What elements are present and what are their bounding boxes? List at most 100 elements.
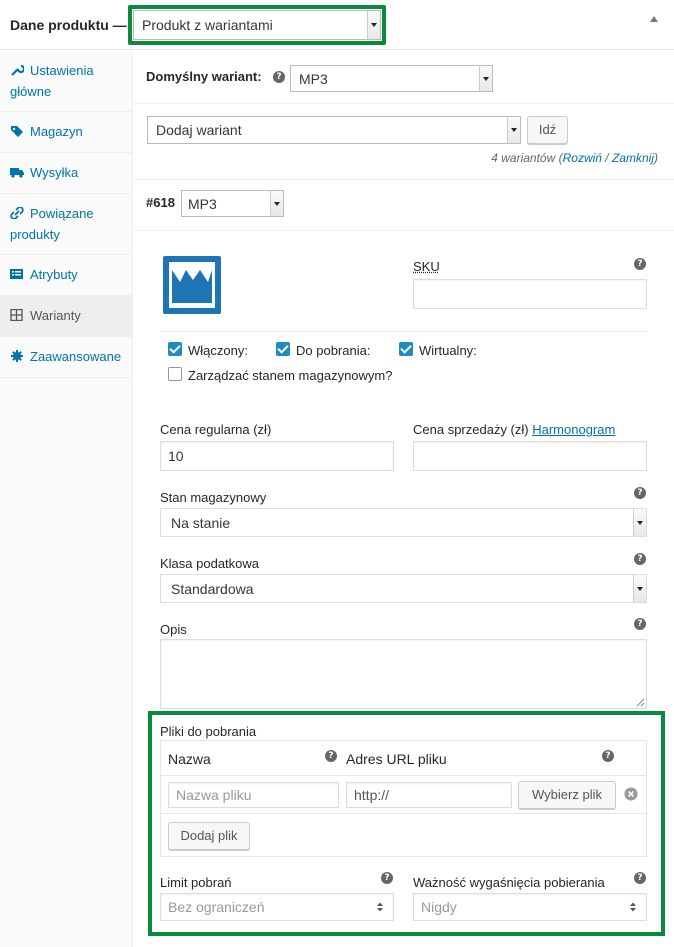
remove-file-icon[interactable] bbox=[624, 787, 638, 801]
sidebar-item-attributes[interactable]: Atrybuty bbox=[0, 255, 133, 296]
stock-status-value: Na stanie bbox=[171, 514, 231, 531]
divider bbox=[134, 230, 674, 231]
files-col-url-header: Adres URL pliku bbox=[346, 751, 447, 767]
divider bbox=[161, 775, 646, 776]
stock-status-select[interactable]: Na stanie bbox=[160, 508, 647, 537]
download-expiry-input[interactable]: Nigdy bbox=[413, 893, 647, 921]
help-icon[interactable]: ? bbox=[634, 872, 646, 884]
files-col-name-header: Nazwa bbox=[168, 751, 211, 767]
go-button[interactable]: Idź bbox=[527, 116, 568, 144]
close-paren: ) bbox=[654, 151, 658, 165]
sku-input[interactable] bbox=[413, 279, 647, 309]
sidebar-item-label: Magazyn bbox=[30, 124, 83, 139]
downloadable-checkbox[interactable] bbox=[276, 342, 290, 356]
help-icon[interactable]: ? bbox=[602, 750, 614, 762]
description-label: Opis bbox=[160, 622, 187, 637]
enabled-label: Włączony: bbox=[188, 343, 248, 358]
virtual-label: Wirtualny: bbox=[419, 343, 477, 358]
help-icon[interactable]: ? bbox=[634, 487, 646, 499]
default-variant-label: Domyślny wariant: bbox=[146, 69, 262, 84]
truck-icon bbox=[10, 168, 24, 178]
sidebar-item-label: Atrybuty bbox=[30, 267, 78, 282]
sidebar-item-variations[interactable]: Warianty bbox=[0, 296, 133, 337]
schedule-link[interactable]: Harmonogram bbox=[532, 422, 615, 437]
sale-price-input[interactable] bbox=[413, 441, 647, 471]
divider bbox=[134, 179, 674, 180]
help-icon[interactable]: ? bbox=[381, 872, 393, 884]
divider bbox=[161, 813, 646, 814]
chevron-down-icon bbox=[270, 191, 283, 216]
add-variant-select[interactable]: Dodaj wariant bbox=[147, 116, 521, 144]
link-separator: / bbox=[601, 151, 612, 165]
file-name-input[interactable]: Nazwa pliku bbox=[168, 782, 339, 808]
sale-price-label-text: Cena sprzedaży (zł) bbox=[413, 422, 529, 437]
downloadable-files-label: Pliki do pobrania bbox=[160, 724, 257, 739]
sidebar-item-label: Warianty bbox=[30, 308, 81, 323]
sidebar-item-label: Wysyłka bbox=[30, 165, 79, 180]
gear-icon bbox=[11, 350, 23, 362]
file-url-input[interactable]: http:// bbox=[346, 782, 512, 808]
help-icon[interactable]: ? bbox=[325, 750, 337, 762]
highlight-frame-product-type: Produkt z wariantami bbox=[128, 5, 386, 45]
tag-icon bbox=[11, 126, 23, 137]
divider bbox=[134, 103, 674, 104]
manage-stock-checkbox[interactable] bbox=[168, 367, 182, 381]
variation-attribute-value: MP3 bbox=[188, 195, 217, 212]
list-icon bbox=[10, 269, 23, 279]
variation-image-icon[interactable] bbox=[163, 256, 221, 314]
enabled-checkbox[interactable] bbox=[168, 342, 182, 356]
sidebar-item-linked-products[interactable]: Powiązane produkty bbox=[0, 194, 133, 255]
chevron-down-icon bbox=[367, 11, 380, 39]
chevron-down-icon bbox=[479, 66, 492, 91]
add-file-button[interactable]: Dodaj plik bbox=[168, 822, 250, 850]
stock-status-label: Stan magazynowy bbox=[160, 490, 267, 505]
download-expiry-label: Ważność wygaśnięcia pobierania bbox=[413, 875, 605, 890]
sidebar-item-label: Zaawansowane bbox=[30, 349, 122, 364]
tax-class-value: Standardowa bbox=[171, 580, 254, 597]
sku-label: SKU bbox=[413, 259, 440, 274]
default-variant-value: MP3 bbox=[299, 70, 328, 87]
sidebar-item-shipping[interactable]: Wysyłka bbox=[0, 153, 133, 194]
chevron-down-icon bbox=[507, 117, 520, 143]
resize-handle-icon[interactable] bbox=[636, 698, 645, 707]
help-icon[interactable]: ? bbox=[273, 71, 285, 83]
variation-attribute-select[interactable]: MP3 bbox=[181, 190, 284, 217]
stepper-icon[interactable] bbox=[376, 901, 384, 913]
variation-id: #618 bbox=[146, 195, 175, 210]
stepper-icon[interactable] bbox=[629, 901, 637, 913]
variations-count-text: 4 wariantów ( bbox=[491, 151, 563, 165]
regular-price-label: Cena regularna (zł) bbox=[160, 422, 272, 437]
download-limit-label: Limit pobrań bbox=[160, 875, 232, 890]
product-type-select[interactable]: Produkt z wariantami bbox=[133, 10, 381, 40]
regular-price-input[interactable]: 10 bbox=[160, 441, 394, 471]
help-icon[interactable]: ? bbox=[634, 258, 646, 270]
download-limit-input[interactable]: Bez ograniczeń bbox=[160, 893, 394, 921]
tax-class-label: Klasa podatkowa bbox=[160, 556, 260, 571]
chevron-down-icon bbox=[633, 575, 646, 602]
manage-stock-label: Zarządzać stanem magazynowym? bbox=[188, 368, 393, 383]
collapse-all-link[interactable]: Zamknij bbox=[612, 151, 654, 165]
sidebar-item-general[interactable]: Ustawienia główne bbox=[0, 51, 133, 112]
chevron-down-icon bbox=[633, 509, 646, 536]
wrench-icon bbox=[11, 64, 24, 76]
product-data-header: Dane produktu — Produkt z wariantami bbox=[0, 0, 674, 50]
default-variant-select[interactable]: MP3 bbox=[290, 65, 493, 92]
product-type-value: Produkt z wariantami bbox=[142, 17, 273, 33]
choose-file-button[interactable]: Wybierz plik bbox=[518, 781, 616, 809]
help-icon[interactable]: ? bbox=[634, 553, 646, 565]
collapse-arrow-icon[interactable] bbox=[650, 16, 658, 22]
tax-class-select[interactable]: Standardowa bbox=[160, 574, 647, 603]
add-variant-value: Dodaj wariant bbox=[156, 122, 242, 138]
sidebar-item-inventory[interactable]: Magazyn bbox=[0, 112, 133, 153]
downloadable-label: Do pobrania: bbox=[296, 343, 371, 358]
variations-count: 4 wariantów (Rozwiń / Zamknij) bbox=[491, 151, 658, 165]
sale-price-label: Cena sprzedaży (zł) Harmonogram bbox=[413, 422, 615, 437]
product-data-title: Dane produktu — bbox=[10, 17, 127, 33]
help-icon[interactable]: ? bbox=[634, 618, 646, 630]
virtual-checkbox[interactable] bbox=[399, 342, 413, 356]
link-icon bbox=[10, 207, 24, 219]
divider bbox=[160, 331, 647, 332]
expand-all-link[interactable]: Rozwiń bbox=[563, 151, 602, 165]
description-textarea[interactable] bbox=[160, 639, 647, 709]
sidebar-item-advanced[interactable]: Zaawansowane bbox=[0, 337, 133, 378]
